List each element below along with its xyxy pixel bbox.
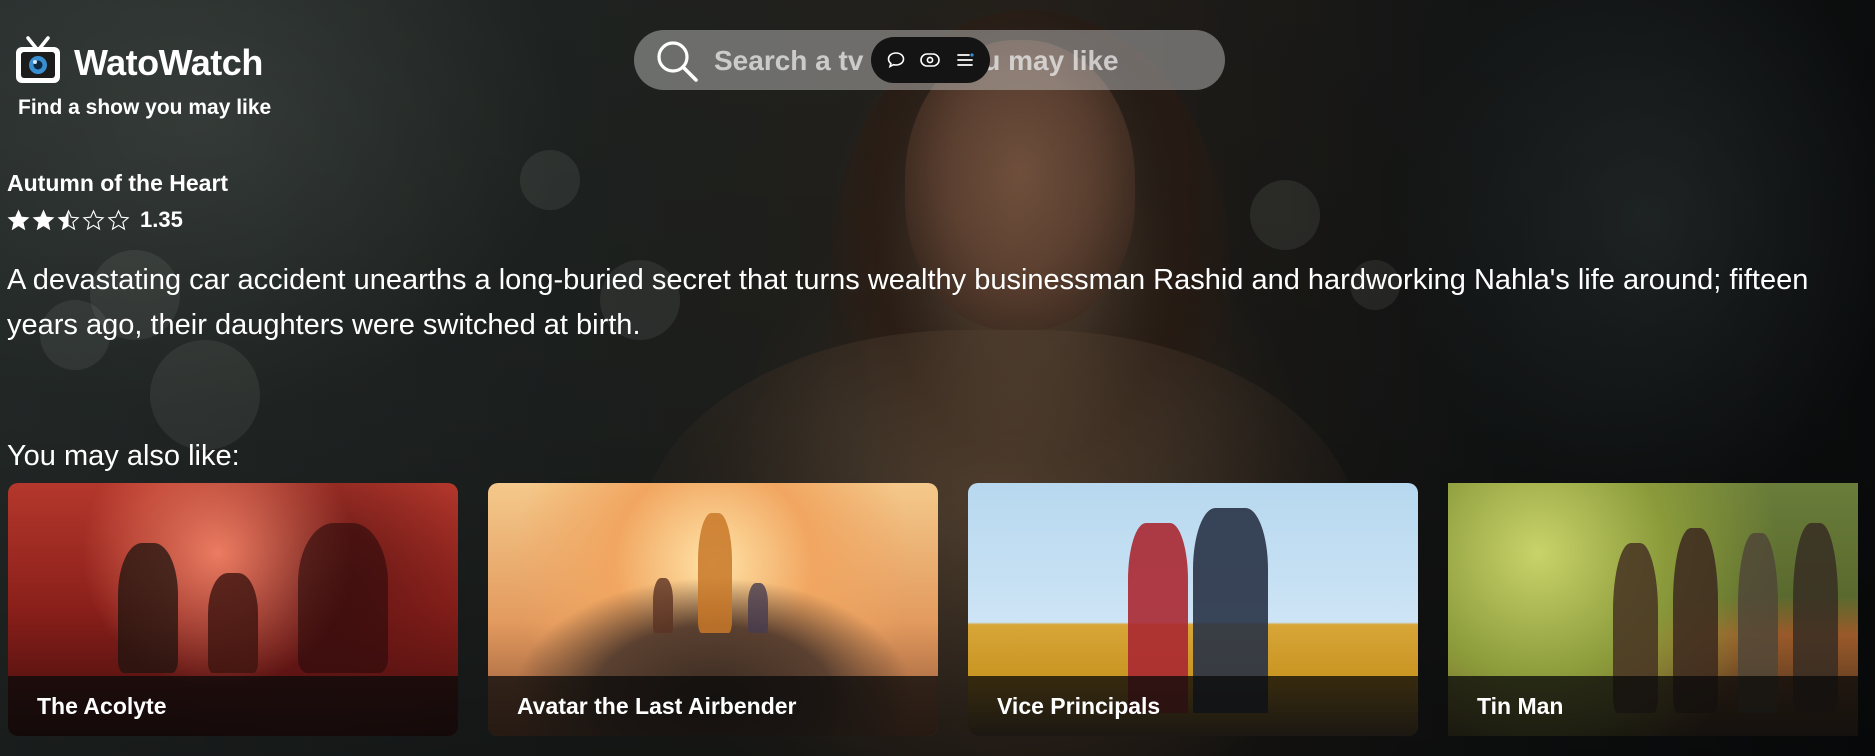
star-half-icon (57, 208, 80, 230)
show-card[interactable]: Tin Man (1448, 483, 1858, 736)
floating-toolbar (871, 37, 990, 83)
show-title: Autumn of the Heart (7, 170, 229, 196)
search-icon[interactable] (654, 38, 700, 89)
show-rating: 1.35 (7, 207, 183, 233)
app-name: WatoWatch (74, 41, 263, 83)
star-empty-icon (82, 208, 105, 230)
show-description: A devastating car accident unearths a lo… (7, 264, 1809, 341)
card-title: The Acolyte (37, 693, 167, 719)
card-title: Tin Man (1477, 693, 1564, 719)
card-title: Avatar the Last Airbender (517, 693, 797, 719)
tv-logo-icon (14, 34, 62, 91)
recommendations-list: The Acolyte Avatar the Last Airbender Vi… (8, 483, 1868, 736)
rating-value: 1.35 (140, 207, 183, 232)
brand[interactable]: WatoWatch (14, 34, 263, 91)
eye-icon[interactable] (917, 47, 943, 73)
show-card[interactable]: Vice Principals (968, 483, 1418, 736)
list-icon[interactable] (952, 47, 978, 73)
card-title: Vice Principals (997, 693, 1161, 719)
show-card[interactable]: Avatar the Last Airbender (488, 483, 938, 736)
star-filled-icon (7, 208, 30, 230)
show-card[interactable]: The Acolyte (8, 483, 458, 736)
star-empty-icon (107, 208, 130, 230)
star-filled-icon (32, 208, 55, 230)
recommendations-heading: You may also like: (7, 440, 240, 472)
app-tagline: Find a show you may like (18, 96, 272, 119)
chat-bubble-icon[interactable] (883, 47, 909, 73)
